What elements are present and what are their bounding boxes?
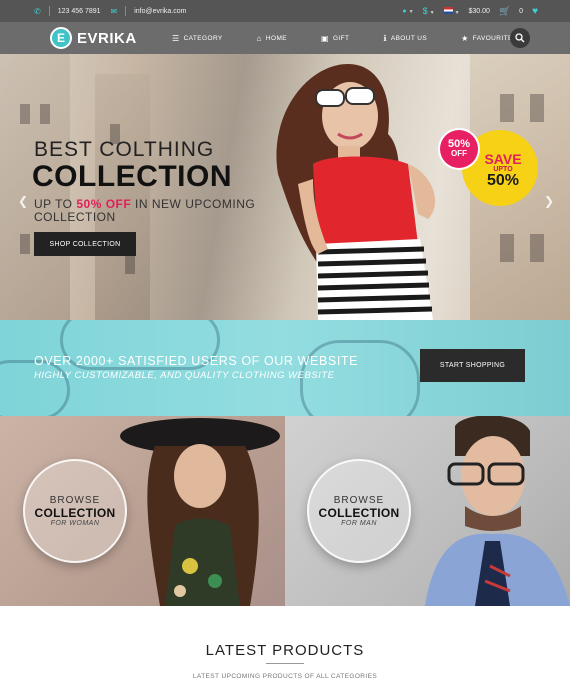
collection-audience: FOR WOMAN <box>50 520 100 527</box>
nav-item-favourites[interactable]: ★ FAVOURITES <box>461 34 517 43</box>
collection-label: COLLECTION <box>34 506 116 520</box>
nav-menu: ☰ CATEGORY ⌂ HOME ▣ GIFT ℹ ABOUT US ★ FA… <box>172 22 551 54</box>
top-bar: ✆ 123 456 7891 ✉ info@evrika.com ● ▼ $ ▼ ▼… <box>0 0 570 22</box>
divider <box>48 6 50 16</box>
latest-products-section: LATEST PRODUCTS LATEST UPCOMING PRODUCTS… <box>0 606 570 690</box>
search-icon <box>515 33 525 43</box>
hero-model-image <box>276 64 436 320</box>
chevron-down-icon: ▼ <box>408 8 414 15</box>
email-link[interactable]: info@evrika.com <box>134 8 186 15</box>
slider-prev-arrow[interactable]: ❮ <box>18 194 28 208</box>
divider <box>125 6 127 16</box>
discount-badge-word: OFF <box>451 149 467 158</box>
logo-text: EVRIKA <box>77 29 137 47</box>
heart-icon[interactable]: ♥ <box>532 6 538 17</box>
nav-item-category[interactable]: ☰ CATEGORY <box>172 34 223 43</box>
menu-icon: ☰ <box>172 33 180 43</box>
nav-item-label: GIFT <box>332 34 350 42</box>
language-dropdown[interactable]: ▼ <box>443 6 460 16</box>
mail-icon: ✉ <box>110 6 118 16</box>
nav-item-gift[interactable]: ▣ GIFT <box>321 34 349 43</box>
search-button[interactable] <box>510 28 530 48</box>
browse-label: BROWSE <box>49 495 101 506</box>
phone-number: 123 456 7891 <box>57 7 101 15</box>
cart-total[interactable]: $30.00 <box>469 8 490 15</box>
star-icon: ★ <box>461 33 469 43</box>
contact-info: ✆ 123 456 7891 ✉ info@evrika.com <box>34 0 186 22</box>
cart-count: 0 <box>519 7 524 15</box>
discount-badge: 50% OFF <box>440 130 478 168</box>
info-icon: ℹ <box>383 33 387 43</box>
logo[interactable]: E EVRIKA <box>50 27 137 49</box>
save-badge-line1: SAVE <box>484 151 522 167</box>
shop-collection-button[interactable]: SHOP COLLECTION <box>34 232 136 256</box>
gift-icon: ▣ <box>321 33 329 43</box>
banner-decoration <box>0 360 70 416</box>
collection-label: COLLECTION <box>318 506 400 520</box>
hero-subtitle-prefix: UP TO <box>34 197 77 211</box>
nav-item-label: CATEGORY <box>183 34 223 42</box>
nav-item-label: HOME <box>265 34 287 42</box>
logo-badge: E <box>50 27 72 49</box>
chevron-down-icon: ▼ <box>454 9 460 16</box>
account-dropdown[interactable]: ● ▼ <box>402 8 413 15</box>
hero-title-line1: BEST COLTHING <box>34 138 215 161</box>
section-subtitle: LATEST UPCOMING PRODUCTS OF ALL CATEGORI… <box>192 673 378 680</box>
top-bar-actions: ● ▼ $ ▼ ▼ $30.00 🛒 0 ♥ <box>402 0 538 22</box>
save-badge-line3: 50% <box>486 172 520 189</box>
cart-icon[interactable]: 🛒 <box>499 6 510 17</box>
banner-tagline: HIGHLY CUSTOMIZABLE, AND QUALITY CLOTHIN… <box>34 370 335 381</box>
browse-label: BROWSE <box>333 495 385 506</box>
browse-woman-collection-link[interactable]: BROWSE COLLECTION FOR WOMAN <box>23 459 127 563</box>
slider-next-arrow[interactable]: ❯ <box>544 194 554 208</box>
home-icon: ⌂ <box>256 33 262 43</box>
collection-audience: FOR MAN <box>341 520 377 527</box>
phone-icon: ✆ <box>34 6 41 16</box>
nav-item-about-us[interactable]: ℹ ABOUT US <box>383 34 427 43</box>
hero-subtitle: UP TO 50% OFF IN NEW UPCOMING COLLECTION <box>34 198 274 224</box>
nav-item-label: ABOUT US <box>390 34 428 42</box>
hero-subtitle-discount: 50% OFF <box>76 197 132 211</box>
chevron-down-icon: ▼ <box>429 10 435 16</box>
section-title: LATEST PRODUCTS <box>205 642 365 659</box>
uk-flag-icon <box>443 6 453 14</box>
start-shopping-button[interactable]: START SHOPPING <box>420 349 525 382</box>
user-icon: ● <box>402 7 407 15</box>
title-divider <box>266 663 304 664</box>
main-nav: E EVRIKA ☰ CATEGORY ⌂ HOME ▣ GIFT ℹ ABOU… <box>0 22 570 54</box>
currency-symbol: $ <box>422 6 428 16</box>
browse-man-collection-link[interactable]: BROWSE COLLECTION FOR MAN <box>307 459 411 563</box>
hero-title-line2: COLLECTION <box>32 160 232 193</box>
banner-headline: OVER 2000+ SATISFIED USERS OF OUR WEBSIT… <box>34 354 359 368</box>
nav-item-home[interactable]: ⌂ HOME <box>257 34 287 43</box>
currency-dropdown[interactable]: $ ▼ <box>423 6 435 16</box>
